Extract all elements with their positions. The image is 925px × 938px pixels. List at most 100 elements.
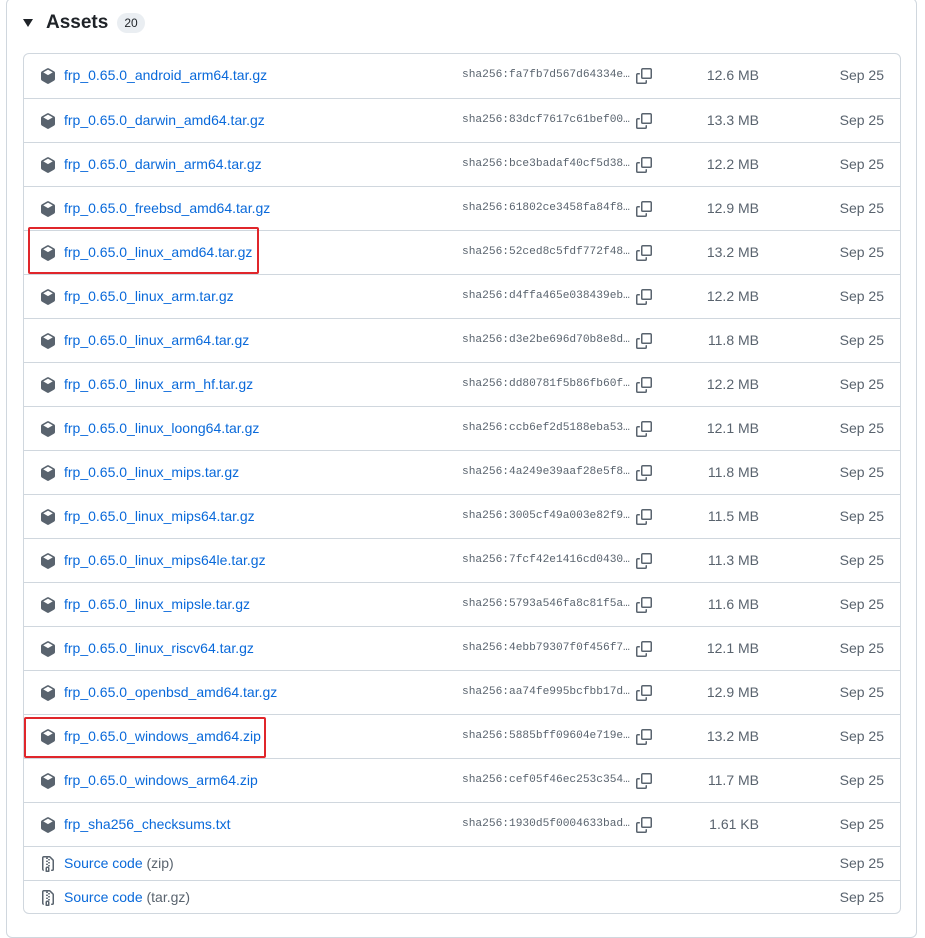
package-icon xyxy=(40,289,56,305)
package-icon xyxy=(40,685,56,701)
copy-icon[interactable] xyxy=(636,245,652,261)
asset-link[interactable]: frp_0.65.0_linux_arm.tar.gz xyxy=(64,288,234,304)
asset-link[interactable]: frp_0.65.0_darwin_amd64.tar.gz xyxy=(64,112,265,128)
asset-date: Sep 25 xyxy=(839,684,884,700)
copy-icon[interactable] xyxy=(636,157,652,173)
source-code-link[interactable]: Source code (zip) xyxy=(64,855,174,871)
package-icon xyxy=(40,509,56,525)
copy-icon[interactable] xyxy=(636,421,652,437)
asset-size: 12.2 MB xyxy=(706,156,759,172)
asset-size: 12.1 MB xyxy=(706,640,759,656)
asset-size: 12.9 MB xyxy=(706,684,759,700)
asset-size: 13.3 MB xyxy=(706,112,759,128)
asset-date: Sep 25 xyxy=(839,420,884,436)
asset-link[interactable]: frp_0.65.0_freebsd_amd64.tar.gz xyxy=(64,200,270,216)
asset-link[interactable]: frp_0.65.0_linux_arm_hf.tar.gz xyxy=(64,376,253,392)
copy-icon[interactable] xyxy=(636,289,652,305)
asset-size: 11.5 MB xyxy=(707,508,759,524)
asset-row: frp_0.65.0_linux_mips64.tar.gz sha256:300… xyxy=(24,494,900,538)
package-icon xyxy=(40,421,56,437)
asset-link[interactable]: frp_0.65.0_linux_arm64.tar.gz xyxy=(64,332,249,348)
asset-row: frp_sha256_checksums.txt sha256:1930d5f00… xyxy=(24,802,900,846)
asset-link[interactable]: frp_0.65.0_linux_loong64.tar.gz xyxy=(64,420,259,436)
package-icon xyxy=(40,157,56,173)
asset-row: frp_0.65.0_linux_mipsle.tar.gz sha256:579… xyxy=(24,582,900,626)
asset-date: Sep 25 xyxy=(839,464,884,480)
assets-title: Assets xyxy=(46,12,109,33)
package-icon xyxy=(40,465,56,481)
copy-icon[interactable] xyxy=(636,817,652,833)
source-code-date: Sep 25 xyxy=(839,855,884,871)
asset-row: frp_0.65.0_linux_loong64.tar.gz sha256:cc… xyxy=(24,406,900,450)
asset-date: Sep 25 xyxy=(839,376,884,392)
package-icon xyxy=(40,773,56,789)
asset-size: 12.9 MB xyxy=(706,200,759,216)
copy-icon[interactable] xyxy=(636,773,652,789)
copy-icon[interactable] xyxy=(636,641,652,657)
asset-sha256: sha256:cef05f46ec253c354… xyxy=(462,774,630,786)
asset-date: Sep 25 xyxy=(839,772,884,788)
package-icon xyxy=(40,553,56,569)
copy-icon[interactable] xyxy=(636,113,652,129)
asset-sha256: sha256:aa74fe995bcfbb17d… xyxy=(462,686,630,698)
asset-link[interactable]: frp_0.65.0_android_arm64.tar.gz xyxy=(64,67,267,83)
package-icon xyxy=(40,377,56,393)
asset-date: Sep 25 xyxy=(839,288,884,304)
assets-header[interactable]: Assets 20 xyxy=(23,10,145,36)
assets-count-badge: 20 xyxy=(117,13,145,33)
asset-link[interactable]: frp_0.65.0_linux_mipsle.tar.gz xyxy=(64,596,250,612)
asset-size: 11.6 MB xyxy=(707,596,759,612)
asset-size: 1.61 KB xyxy=(709,816,759,832)
asset-row: frp_0.65.0_darwin_amd64.tar.gz sha256:83d… xyxy=(24,98,900,142)
triangle-down-icon[interactable] xyxy=(23,19,33,27)
asset-sha256: sha256:52ced8c5fdf772f48… xyxy=(462,246,630,258)
asset-size: 11.3 MB xyxy=(707,552,759,568)
asset-sha256: sha256:dd80781f5b86fb60f… xyxy=(462,378,630,390)
copy-icon[interactable] xyxy=(636,553,652,569)
copy-icon[interactable] xyxy=(636,685,652,701)
asset-size: 11.8 MB xyxy=(707,332,759,348)
copy-icon[interactable] xyxy=(636,377,652,393)
copy-icon[interactable] xyxy=(636,333,652,349)
asset-link[interactable]: frp_sha256_checksums.txt xyxy=(64,816,231,832)
asset-size: 12.6 MB xyxy=(706,67,759,83)
copy-icon[interactable] xyxy=(636,465,652,481)
package-icon xyxy=(40,113,56,129)
asset-size: 12.2 MB xyxy=(706,288,759,304)
highlight-box xyxy=(24,717,266,758)
copy-icon[interactable] xyxy=(636,597,652,613)
asset-date: Sep 25 xyxy=(839,244,884,260)
asset-link[interactable]: frp_0.65.0_windows_arm64.zip xyxy=(64,772,258,788)
asset-date: Sep 25 xyxy=(839,508,884,524)
copy-icon[interactable] xyxy=(636,729,652,745)
copy-icon[interactable] xyxy=(636,509,652,525)
asset-sha256: sha256:5885bff09604e719e… xyxy=(462,730,630,742)
asset-sha256: sha256:4a249e39aaf28e5f8… xyxy=(462,466,630,478)
asset-link[interactable]: frp_0.65.0_linux_riscv64.tar.gz xyxy=(64,640,254,656)
copy-icon[interactable] xyxy=(636,201,652,217)
asset-row: frp_0.65.0_linux_arm.tar.gz sha256:d4ffa4… xyxy=(24,274,900,318)
package-icon xyxy=(40,68,56,84)
source-code-row: Source code (zip) Sep 25 xyxy=(24,846,900,880)
asset-row: frp_0.65.0_darwin_arm64.tar.gz sha256:bce… xyxy=(24,142,900,186)
asset-size: 11.7 MB xyxy=(707,772,759,788)
package-icon xyxy=(40,641,56,657)
asset-date: Sep 25 xyxy=(839,596,884,612)
source-code-link[interactable]: Source code (tar.gz) xyxy=(64,889,190,905)
highlight-box xyxy=(28,227,259,274)
asset-link[interactable]: frp_0.65.0_openbsd_amd64.tar.gz xyxy=(64,684,277,700)
asset-sha256: sha256:7fcf42e1416cd0430… xyxy=(462,554,630,566)
asset-link[interactable]: frp_0.65.0_darwin_arm64.tar.gz xyxy=(64,156,262,172)
source-code-format: (zip) xyxy=(146,855,174,871)
asset-link[interactable]: frp_0.65.0_linux_mips.tar.gz xyxy=(64,464,239,480)
asset-date: Sep 25 xyxy=(839,640,884,656)
asset-size: 13.2 MB xyxy=(706,244,759,260)
copy-icon[interactable] xyxy=(636,68,652,84)
asset-sha256: sha256:bce3badaf40cf5d38… xyxy=(462,158,630,170)
asset-link[interactable]: frp_0.65.0_linux_mips64le.tar.gz xyxy=(64,552,266,568)
asset-link[interactable]: frp_0.65.0_linux_mips64.tar.gz xyxy=(64,508,255,524)
asset-sha256: sha256:5793a546fa8c81f5a… xyxy=(462,598,630,610)
asset-sha256: sha256:ccb6ef2d5188eba53… xyxy=(462,422,630,434)
asset-row: frp_0.65.0_linux_arm64.tar.gz sha256:d3e2… xyxy=(24,318,900,362)
asset-size: 13.2 MB xyxy=(706,728,759,744)
